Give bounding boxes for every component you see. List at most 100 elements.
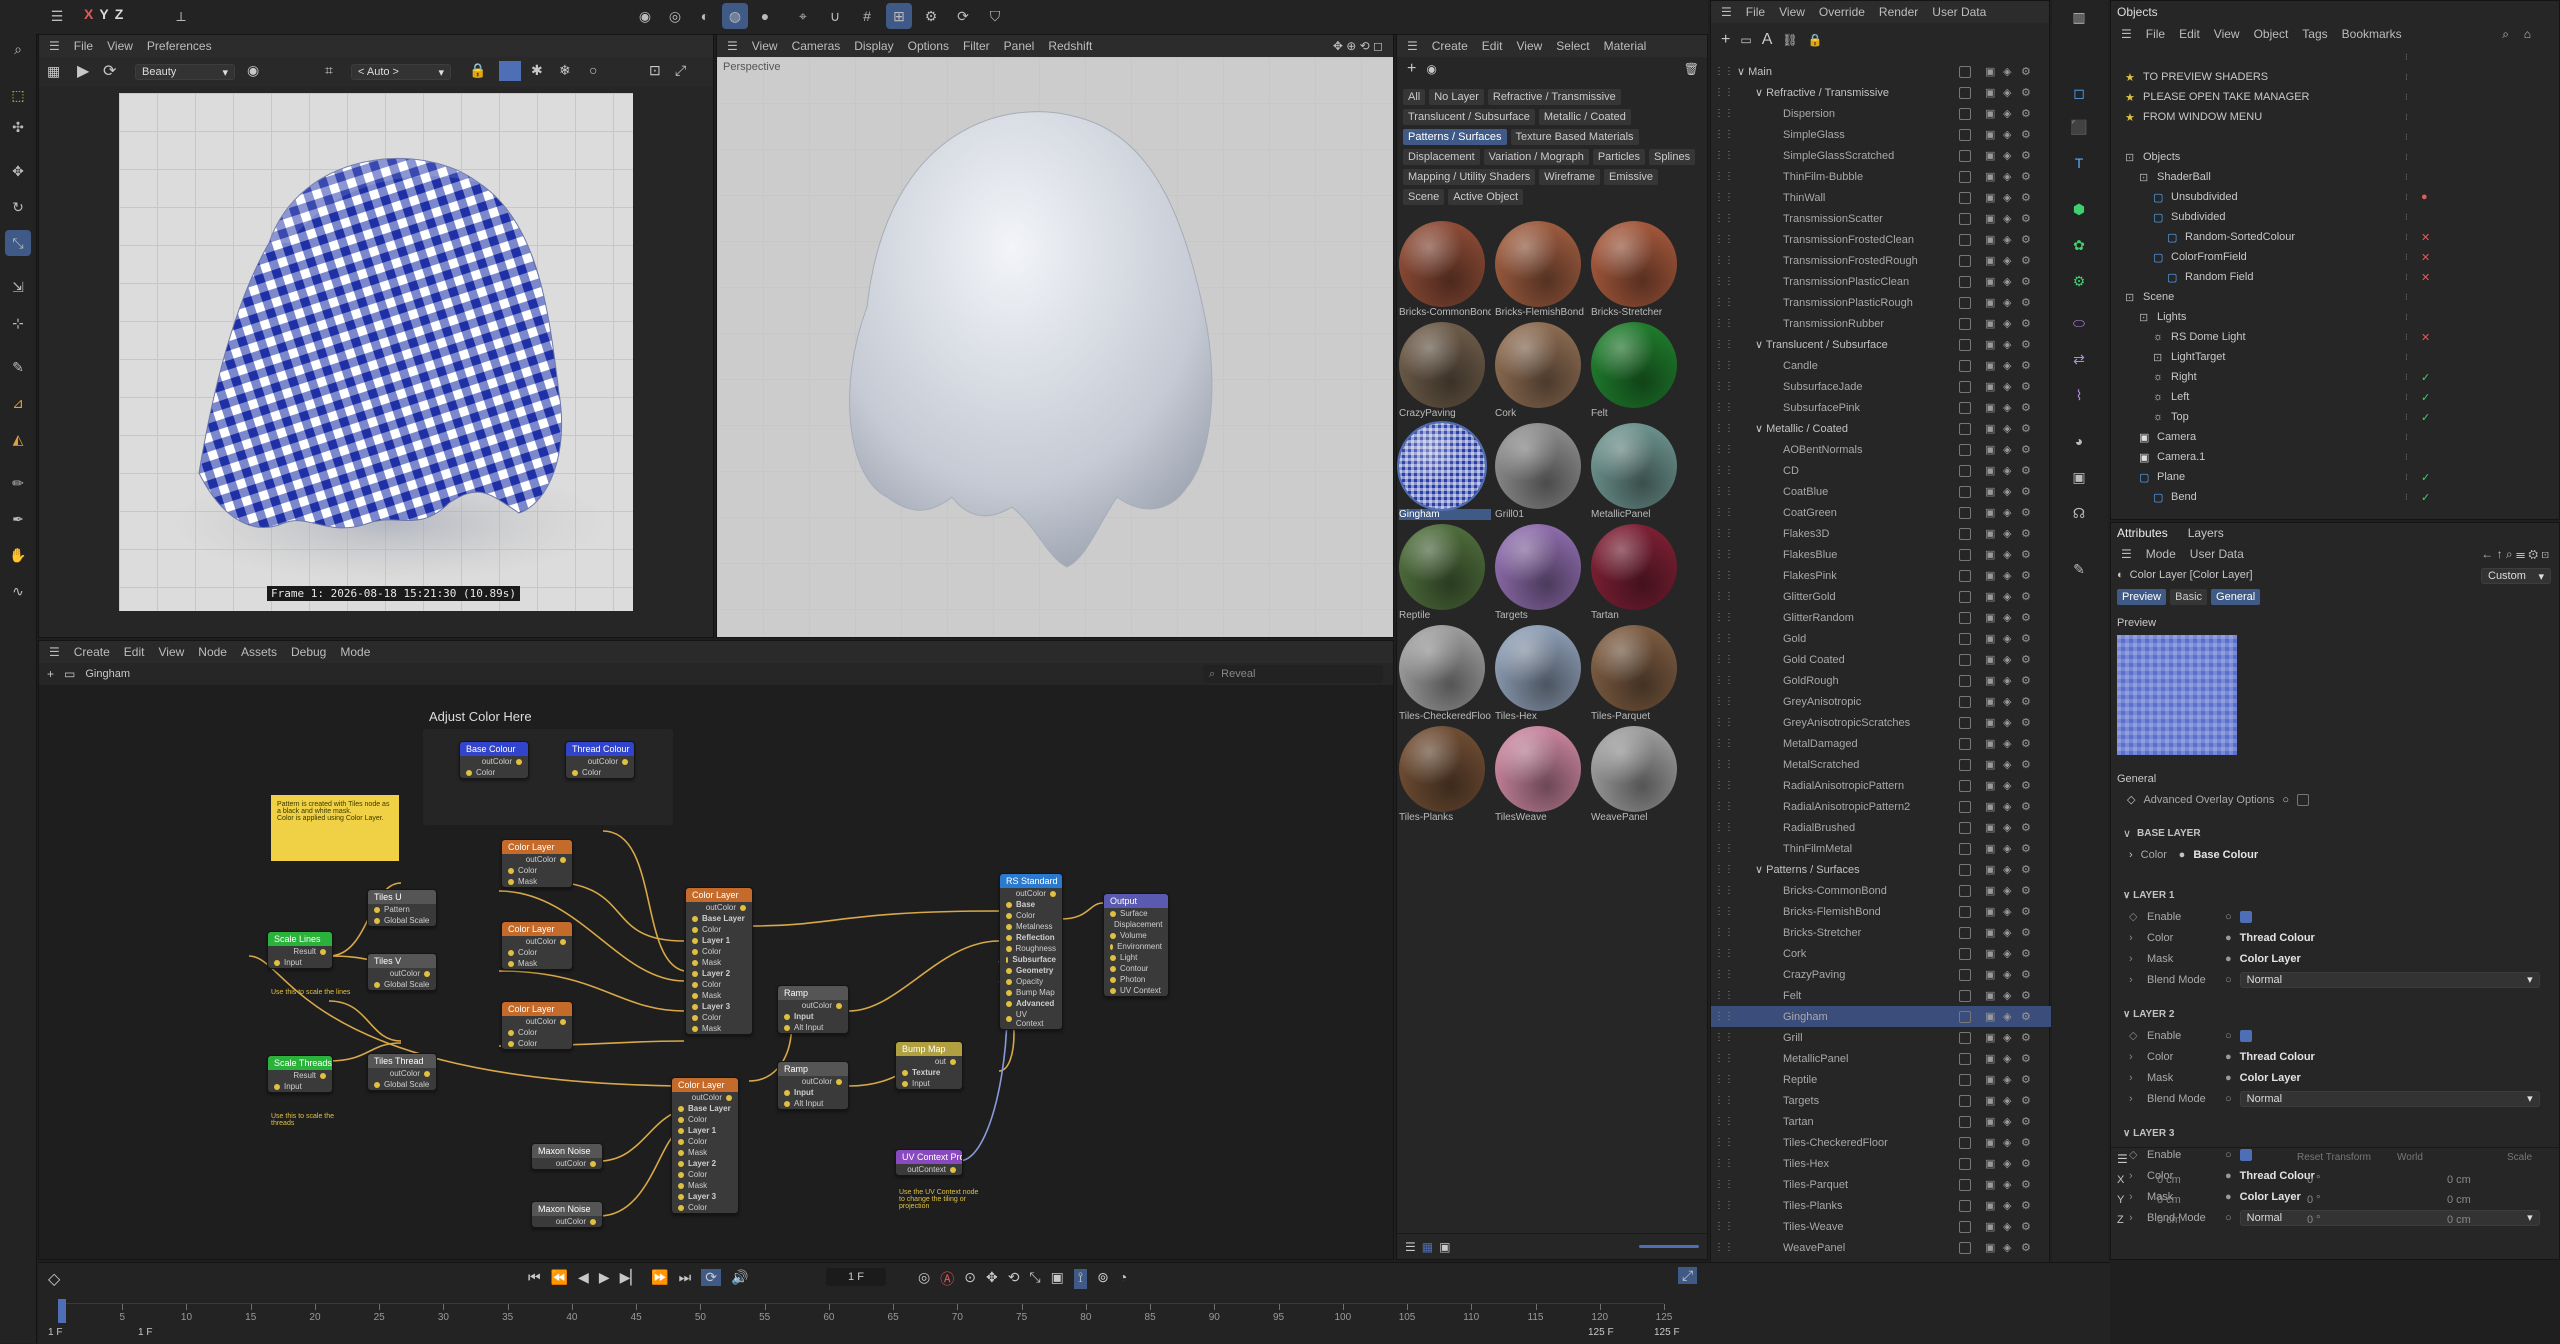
object-row[interactable]: ▣ Camera ⁝ — [2111, 427, 2560, 447]
node-tiles-thread[interactable]: Tiles Thread outColor Global Scale — [367, 1053, 437, 1091]
drag-handle-icon[interactable]: ⋮⋮ — [1711, 612, 1737, 623]
param-key-icon[interactable]: ▣ — [1051, 1269, 1064, 1289]
visibility-icon[interactable]: ▣ — [1985, 1157, 2003, 1170]
gear-icon[interactable]: ⚙ — [2021, 338, 2051, 351]
node-maxon-noise-2[interactable]: Maxon Noise outColor — [531, 1201, 603, 1228]
material-thumb[interactable]: Felt — [1591, 322, 1685, 419]
solo-checkbox[interactable] — [1959, 758, 1971, 771]
position-field[interactable]: 0 cm — [2157, 1194, 2307, 1206]
solo-checkbox[interactable] — [1959, 569, 1971, 582]
menu-bookmarks[interactable]: Bookmarks — [2342, 27, 2402, 41]
motion-icon[interactable]: ⊚ — [1097, 1269, 1109, 1289]
filter-particles[interactable]: Particles — [1592, 149, 1646, 165]
node-ramp-2[interactable]: Ramp outColor Input Alt Input — [777, 1061, 849, 1110]
menu-filter[interactable]: Filter — [963, 39, 990, 53]
goto-end-icon[interactable]: ⏭ — [679, 1269, 692, 1286]
filter-active-object[interactable]: Active Object — [1448, 189, 1524, 205]
visibility-icon[interactable]: ▣ — [1985, 548, 2003, 561]
visibility-dots-icon[interactable]: ⁝ — [2405, 92, 2421, 103]
gear-icon[interactable]: ⚙ — [2021, 1052, 2051, 1065]
tree-row[interactable]: ⋮⋮ CoatBlue ▣ ◈ ⚙ — [1711, 481, 2051, 502]
visibility-icon[interactable]: ▣ — [1985, 527, 2003, 540]
drag-handle-icon[interactable]: ⋮⋮ — [1711, 591, 1737, 602]
light-icon[interactable]: ☊ — [2066, 500, 2092, 526]
rotation-field[interactable]: 0 ° — [2307, 1194, 2447, 1206]
visibility-dots-icon[interactable]: ⁝ — [2405, 312, 2421, 323]
material-thumb[interactable]: Gingham — [1397, 421, 1493, 520]
visibility-icon[interactable]: ▣ — [1985, 296, 2003, 309]
lock-icon[interactable]: 🔒 — [1808, 33, 1823, 47]
node-color-layer-b[interactable]: Color Layer outColor Color Mask — [501, 921, 573, 970]
tag-icon[interactable]: ✓ — [2421, 491, 2560, 504]
visibility-dots-icon[interactable]: ⁝ — [2405, 432, 2421, 443]
menu-cameras[interactable]: Cameras — [792, 39, 841, 53]
solo-checkbox[interactable] — [1959, 968, 1971, 981]
text-icon[interactable]: A — [1762, 31, 1773, 49]
drag-handle-icon[interactable]: ⋮⋮ — [1711, 759, 1737, 770]
advanced-overlay-checkbox[interactable] — [2296, 793, 2309, 806]
solo-checkbox[interactable] — [1959, 1073, 1971, 1086]
drag-handle-icon[interactable]: ⋮⋮ — [1711, 948, 1737, 959]
menu-icon[interactable]: ☰ — [49, 39, 60, 53]
tree-row[interactable]: ⋮⋮ AOBentNormals ▣ ◈ ⚙ — [1711, 439, 2051, 460]
solo-checkbox[interactable] — [1959, 1094, 1971, 1107]
material-thumb[interactable]: Tiles-CheckeredFloor — [1399, 625, 1493, 722]
render-icon[interactable]: ◈ — [2003, 1199, 2021, 1212]
keyframe-icon[interactable]: › — [2129, 953, 2139, 965]
drag-handle-icon[interactable]: ⋮⋮ — [1711, 234, 1737, 245]
material-thumb[interactable]: MetallicPanel — [1591, 423, 1685, 520]
cube-icon[interactable]: ◻ — [2066, 80, 2092, 106]
visibility-dots-icon[interactable]: ⁝ — [2405, 292, 2421, 303]
render-icon[interactable]: ◈ — [2003, 632, 2021, 645]
gear-icon[interactable]: ⚙ — [2021, 548, 2051, 561]
render-icon[interactable]: ◈ — [2003, 674, 2021, 687]
visibility-icon[interactable]: ▣ — [1985, 800, 2003, 813]
tree-row[interactable]: ⋮⋮ Targets ▣ ◈ ⚙ — [1711, 1090, 2051, 1111]
visibility-icon[interactable]: ▣ — [1985, 569, 2003, 582]
keyframe-icon[interactable]: › — [2129, 1051, 2139, 1063]
gear-icon[interactable]: ⚙ — [2021, 296, 2051, 309]
material-thumb[interactable]: Tiles-Parquet — [1591, 625, 1685, 722]
gear-icon[interactable]: ⚙ — [2021, 821, 2051, 834]
drag-handle-icon[interactable]: ⋮⋮ — [1711, 885, 1737, 896]
layer-color-value[interactable]: Thread Colour — [2240, 1051, 2315, 1063]
material-thumb[interactable]: CrazyPaving — [1399, 322, 1493, 419]
gear-icon[interactable]: ⚙ — [2021, 1010, 2051, 1023]
menu-icon[interactable]: ☰ — [1721, 5, 1732, 19]
visibility-icon[interactable]: ▣ — [1985, 1178, 2003, 1191]
filter-mapping[interactable]: Mapping / Utility Shaders — [1403, 169, 1536, 185]
gear-icon[interactable]: ⚙ — [2021, 1178, 2051, 1191]
tree-row[interactable]: ⋮⋮ WeavePanel ▣ ◈ ⚙ — [1711, 1237, 2051, 1258]
rot-key-icon[interactable]: ⟲ — [1008, 1269, 1020, 1289]
start-frame-2[interactable]: 1 F — [138, 1327, 152, 1338]
gear-icon[interactable]: ⚙ — [2021, 254, 2051, 267]
gear-icon[interactable]: ⚙ — [2021, 443, 2051, 456]
tree-section[interactable]: ⋮⋮ ∨ Refractive / Transmissive ▣ ◈ ⚙ — [1711, 82, 2051, 103]
tree-row[interactable]: ⋮⋮ Gingham ▣ ◈ ⚙ — [1711, 1006, 2051, 1027]
render-icon[interactable]: ◈ — [2003, 338, 2021, 351]
gear-icon[interactable]: ⚙ — [2021, 569, 2051, 582]
gear-icon[interactable]: ⚙ — [2021, 632, 2051, 645]
object-row[interactable]: ☼ Left ⁝ ✓ — [2111, 387, 2560, 407]
scale-field[interactable]: 0 cm — [2447, 1194, 2547, 1206]
gear-icon[interactable]: ⚙ — [2021, 506, 2051, 519]
visibility-icon[interactable]: ▣ — [1985, 422, 2003, 435]
tree-row[interactable]: ⋮⋮ Felt ▣ ◈ ⚙ — [1711, 985, 2051, 1006]
visibility-icon[interactable]: ▣ — [1985, 1094, 2003, 1107]
render-icon[interactable]: ◈ — [2003, 401, 2021, 414]
tree-row[interactable]: ⋮⋮ Bricks-Stretcher ▣ ◈ ⚙ — [1711, 922, 2051, 943]
gear-icon[interactable]: ⚙ — [2021, 401, 2051, 414]
material-thumb[interactable]: Bricks-CommonBond — [1399, 221, 1493, 318]
visibility-icon[interactable]: ▣ — [1985, 275, 2003, 288]
menu-material[interactable]: Material — [1604, 39, 1647, 53]
solo-checkbox[interactable] — [1959, 317, 1971, 330]
render-icon[interactable]: ◈ — [2003, 611, 2021, 624]
filter-no-layer[interactable]: No Layer — [1429, 89, 1484, 105]
material-thumb[interactable]: Reptile — [1399, 524, 1493, 621]
material-thumb[interactable]: Tiles-Hex — [1495, 625, 1589, 722]
knife-icon[interactable]: ✎ — [5, 354, 31, 380]
drag-handle-icon[interactable]: ⋮⋮ — [1711, 1137, 1737, 1148]
solo-checkbox[interactable] — [1959, 86, 1971, 99]
visibility-icon[interactable]: ▣ — [1985, 212, 2003, 225]
render-icon[interactable]: ◈ — [2003, 275, 2021, 288]
